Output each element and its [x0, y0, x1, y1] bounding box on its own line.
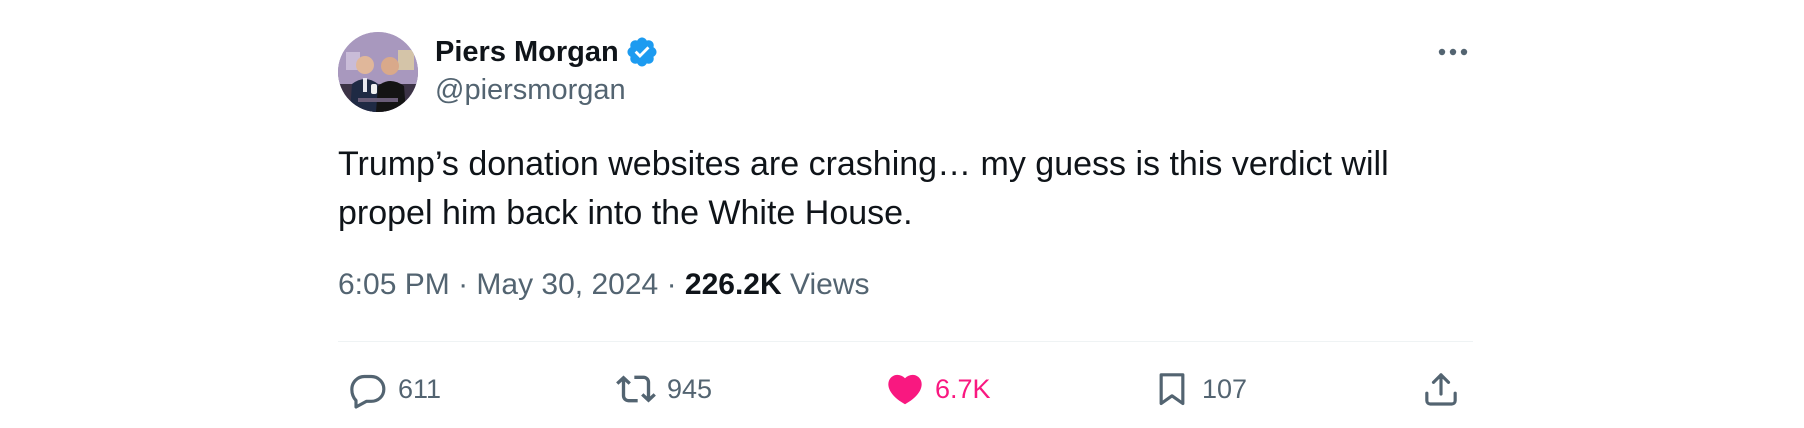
bookmark-count: 107	[1202, 373, 1248, 404]
tweet-meta: 6:05 PM · May 30, 2024 · 226.2K Views	[338, 268, 869, 302]
like-button[interactable]: 6.7K	[885, 361, 991, 417]
views-count[interactable]: 226.2K	[685, 268, 782, 301]
divider	[338, 341, 1473, 342]
tweet-time[interactable]: 6:05 PM	[338, 268, 450, 301]
reply-button[interactable]: 611	[348, 361, 441, 417]
meta-separator: ·	[666, 268, 677, 301]
meta-separator: ·	[458, 268, 469, 301]
author-name-row: Piers Morgan	[435, 32, 659, 72]
bookmark-button[interactable]: 107	[1152, 361, 1247, 417]
reply-icon	[348, 369, 388, 409]
repost-icon	[615, 369, 657, 409]
more-icon[interactable]	[1433, 40, 1473, 64]
author-handle[interactable]: @piersmorgan	[435, 74, 626, 107]
tweet-text: Trump’s donation websites are crashing… …	[338, 145, 1389, 232]
views-label[interactable]: Views	[790, 268, 869, 301]
share-icon	[1421, 369, 1461, 409]
bookmark-icon	[1152, 369, 1192, 409]
repost-count: 945	[667, 373, 713, 404]
reply-count: 611	[398, 373, 442, 404]
tweet-date[interactable]: May 30, 2024	[476, 268, 658, 301]
verified-badge-icon[interactable]	[625, 35, 659, 69]
avatar[interactable]	[338, 32, 418, 112]
repost-button[interactable]: 945	[615, 361, 712, 417]
tweet: Piers Morgan @piersmorgan Trump’s donati…	[338, 0, 1473, 428]
like-count: 6.7K	[935, 373, 991, 404]
action-bar: 611 945 6.7K 107	[338, 361, 1473, 417]
author-name[interactable]: Piers Morgan	[435, 36, 619, 69]
heart-icon	[885, 369, 925, 409]
share-button[interactable]	[1421, 361, 1461, 417]
